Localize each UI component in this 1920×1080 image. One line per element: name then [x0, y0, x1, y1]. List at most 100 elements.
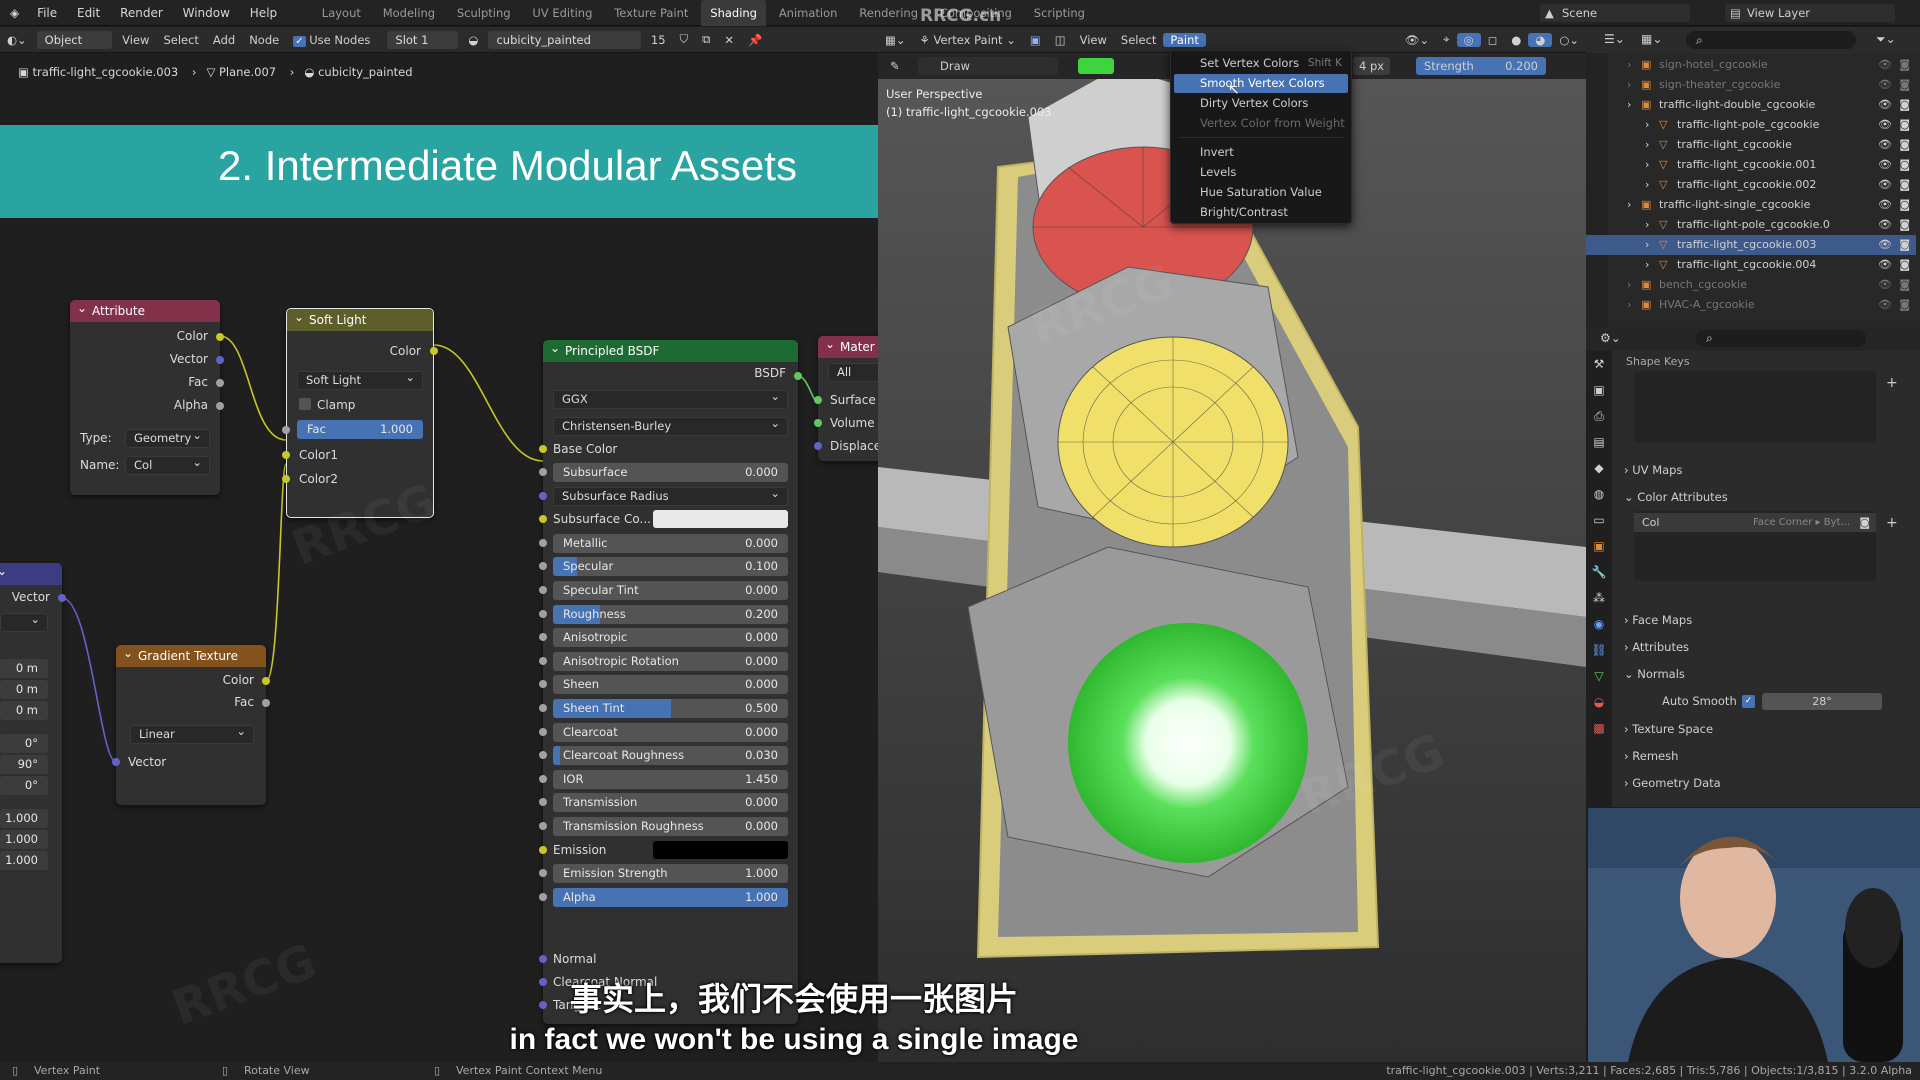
socket-input[interactable] — [539, 728, 547, 736]
camera-icon[interactable]: ◙ — [1899, 95, 1910, 115]
material-tab-icon[interactable]: ◒ — [1586, 689, 1612, 715]
socket-input[interactable] — [539, 515, 547, 523]
menu-edit[interactable]: Edit — [69, 0, 108, 26]
field-slider[interactable]: Sheen Tint 0.500 — [553, 699, 788, 718]
color-attribute-item[interactable]: Col Face Corner ▸ Byt... ◙ — [1634, 513, 1876, 532]
menu-file[interactable]: File — [29, 0, 65, 26]
menu-paint[interactable]: Paint — [1163, 32, 1206, 47]
socket-vector-out[interactable] — [58, 594, 66, 602]
field-slider[interactable]: Alpha 1.000 — [553, 888, 788, 907]
expand-arrow-icon[interactable]: › — [1645, 215, 1649, 235]
outliner-item[interactable]: › ▣ bench_cgcookie 👁 ◙ — [1586, 275, 1916, 295]
eye-icon[interactable]: 👁 — [1878, 175, 1892, 195]
editor-type-icon[interactable]: ⚙⌄ — [1600, 331, 1621, 345]
tab-texture-paint[interactable]: Texture Paint — [605, 0, 697, 26]
remesh-panel[interactable]: › Remesh — [1624, 749, 1678, 763]
constraints-tab-icon[interactable]: ⛓ — [1586, 637, 1612, 663]
rotation-y[interactable]: 90° — [0, 755, 48, 774]
camera-icon[interactable]: ◙ — [1899, 295, 1910, 315]
field-slider[interactable]: Specular 0.100 — [553, 557, 788, 576]
expand-arrow-icon[interactable]: › — [1627, 95, 1631, 115]
socket-input[interactable] — [539, 562, 547, 570]
tab-modeling[interactable]: Modeling — [374, 0, 444, 26]
socket-alpha[interactable] — [216, 402, 224, 410]
menu-invert[interactable]: Invert — [1174, 143, 1348, 162]
menu-smooth-vertex-colors[interactable]: Smooth Vertex Colors — [1174, 74, 1348, 93]
socket-fac-out[interactable] — [262, 699, 270, 707]
view-layer-tab-icon[interactable]: ▤ — [1586, 429, 1612, 455]
camera-icon[interactable]: ◙ — [1899, 155, 1910, 175]
shading-solid-icon[interactable]: ● — [1504, 33, 1528, 47]
socket-input[interactable] — [539, 610, 547, 618]
socket-surface[interactable] — [814, 396, 822, 404]
socket-input[interactable] — [539, 633, 547, 641]
tab-layout[interactable]: Layout — [313, 0, 370, 26]
socket-color2-in[interactable] — [282, 475, 290, 483]
menu-set-vertex-colors[interactable]: Set Vertex Colors Shift K — [1174, 54, 1348, 73]
outliner-item[interactable]: › ▽ traffic-light-pole_cgcookie 👁 ◙ — [1586, 115, 1916, 135]
attributes-panel[interactable]: › Attributes — [1624, 640, 1689, 654]
mapping-node-partial[interactable]: Vector 0 m 0 m 0 m 0° 90° 0° 1.000 1.000… — [0, 560, 66, 963]
eye-icon[interactable]: 👁 — [1878, 215, 1892, 235]
eye-icon[interactable]: 👁 — [1878, 75, 1892, 95]
socket-input[interactable] — [539, 798, 547, 806]
gradient-node-header[interactable]: Gradient Texture — [116, 642, 266, 667]
soft-light-node-header[interactable]: Soft Light — [287, 306, 433, 331]
eye-icon[interactable]: 👁 — [1878, 235, 1892, 255]
type-dropdown[interactable]: Geometry — [125, 427, 210, 448]
mapping-type-dropdown[interactable] — [0, 611, 48, 632]
principled-node-header[interactable]: Principled BSDF — [543, 337, 798, 362]
field-slider[interactable]: Transmission 0.000 — [553, 793, 788, 812]
gizmo-icon[interactable]: ⌖ — [1436, 32, 1456, 47]
expand-arrow-icon[interactable]: › — [1645, 135, 1649, 155]
shading-rendered-icon[interactable]: ○⌄ — [1552, 33, 1586, 47]
color-swatch[interactable] — [653, 841, 788, 859]
outliner-item[interactable]: › ▣ traffic-light-single_cgcookie 👁 ◙ — [1586, 195, 1916, 215]
physics-tab-icon[interactable]: ◉ — [1586, 611, 1612, 637]
xray-icon[interactable]: ◻ — [1481, 33, 1505, 47]
menu-dirty-vertex-colors[interactable]: Dirty Vertex Colors — [1174, 94, 1348, 113]
output-tab-icon[interactable]: ⎙ — [1586, 403, 1612, 429]
socket-fac-in[interactable] — [282, 426, 290, 434]
expand-arrow-icon[interactable]: › — [1645, 235, 1649, 255]
socket-input[interactable] — [539, 846, 547, 854]
outliner-item[interactable]: › ▽ traffic-light_cgcookie.004 👁 ◙ — [1586, 255, 1916, 275]
camera-icon[interactable]: ◙ — [1899, 135, 1910, 155]
principled-bsdf-node[interactable]: Principled BSDF BSDF GGX Christensen-Bur… — [539, 337, 802, 1024]
eye-icon[interactable]: 👁 — [1878, 295, 1892, 315]
expand-arrow-icon[interactable]: › — [1627, 275, 1631, 295]
field-slider[interactable]: Anisotropic 0.000 — [553, 628, 788, 647]
expand-arrow-icon[interactable]: › — [1645, 175, 1649, 195]
shape-keys-list[interactable] — [1634, 371, 1876, 443]
mapping-node-header[interactable] — [0, 560, 62, 585]
editor-type-icon[interactable]: ▦⌄ — [878, 33, 913, 47]
socket-input[interactable] — [539, 775, 547, 783]
field-slider[interactable]: Roughness 0.200 — [553, 605, 788, 624]
object-tab-icon[interactable]: ▣ — [1586, 533, 1612, 559]
modifier-tab-icon[interactable]: 🔧 — [1586, 559, 1612, 585]
render-tab-icon[interactable]: ▣ — [1586, 377, 1612, 403]
field-slider[interactable]: Emission Strength 1.000 — [553, 864, 788, 883]
outliner-item[interactable]: › ▽ traffic-light_cgcookie.001 👁 ◙ — [1586, 155, 1916, 175]
face-maps-panel[interactable]: › Face Maps — [1624, 613, 1692, 627]
socket-input[interactable] — [539, 822, 547, 830]
clamp-checkbox[interactable]: Clamp — [299, 395, 355, 415]
expand-arrow-icon[interactable]: › — [1645, 115, 1649, 135]
socket-input[interactable] — [539, 680, 547, 688]
socket-input[interactable] — [539, 893, 547, 901]
fac-slider[interactable]: Fac 1.000 — [297, 420, 423, 439]
camera-icon[interactable]: ◙ — [1899, 255, 1910, 275]
location-x[interactable]: 0 m — [0, 659, 48, 678]
eye-icon[interactable]: 👁 — [1878, 135, 1892, 155]
color-attributes-list[interactable]: Col Face Corner ▸ Byt... ◙ — [1634, 511, 1876, 581]
outliner-item[interactable]: › ▽ traffic-light_cgcookie.002 👁 ◙ — [1586, 175, 1916, 195]
color-attributes-panel[interactable]: ⌄ Color Attributes — [1624, 490, 1728, 504]
eye-icon[interactable]: 👁 — [1878, 255, 1892, 275]
tab-scripting[interactable]: Scripting — [1025, 0, 1094, 26]
properties-search-input[interactable]: ⌕ — [1696, 330, 1866, 347]
properties-editor[interactable]: ⚙⌄ ⌕ ⚒ ▣ ⎙ ▤ ◆ ◍ ▭ ▣ 🔧 ⁂ ◉ ⛓ ▽ ◒ ▩ Shape… — [1586, 327, 1920, 807]
subsurface-radius-dropdown[interactable]: Subsurface Radius — [553, 485, 788, 506]
expand-arrow-icon[interactable]: › — [1627, 55, 1631, 75]
blend-mode-dropdown[interactable]: Soft Light — [297, 369, 423, 390]
outliner-item[interactable]: › ▽ traffic-light-pole_cgcookie.0 👁 ◙ — [1586, 215, 1916, 235]
